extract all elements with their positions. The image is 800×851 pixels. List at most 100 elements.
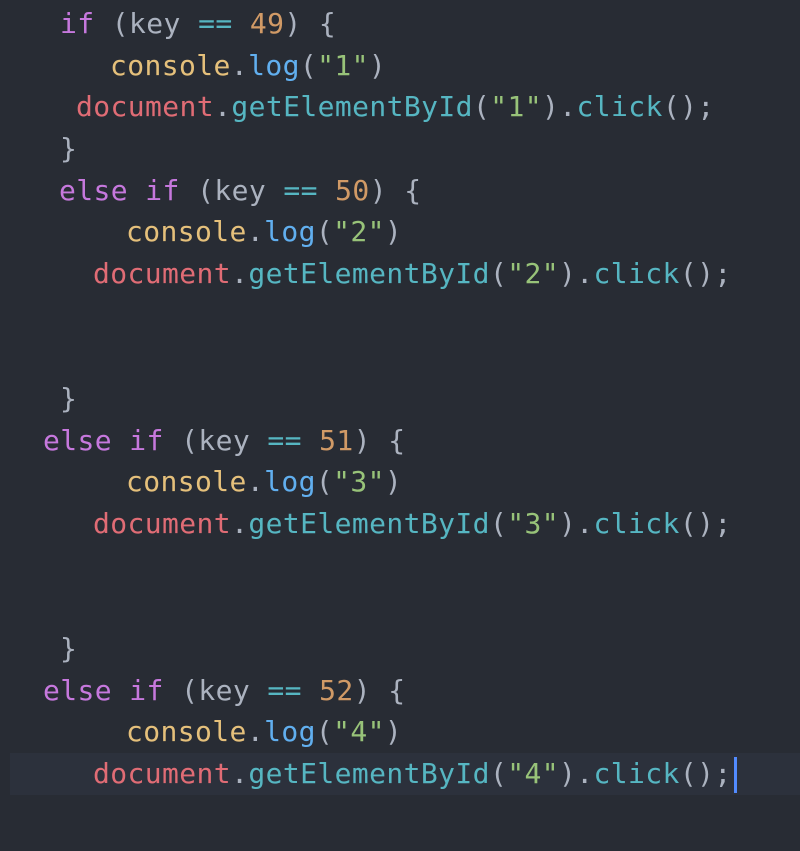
paren: ( xyxy=(489,257,508,290)
call-end: (); xyxy=(679,257,732,290)
code-line[interactable]: console.log("2") xyxy=(0,211,800,253)
brace: { xyxy=(388,424,406,457)
dot: . xyxy=(576,757,594,790)
code-line[interactable]: document.getElementById("1").click(); xyxy=(0,86,800,128)
dot: . xyxy=(576,257,594,290)
code-line[interactable]: document.getElementById("3").click(); xyxy=(0,503,800,545)
keyword-else: else xyxy=(59,174,129,207)
code-line[interactable]: else if (key == 52) { xyxy=(0,670,800,712)
code-line[interactable]: if (key == 49) { xyxy=(0,3,800,45)
code-text: else if (key == 50) { xyxy=(59,170,421,212)
code-text: console.log("4") xyxy=(126,711,402,753)
dot: . xyxy=(230,49,249,82)
variable-key: key xyxy=(198,424,251,457)
code-line[interactable]: } xyxy=(0,128,800,170)
paren: ( xyxy=(315,215,334,248)
code-line[interactable]: document.getElementById("2").click(); xyxy=(0,253,800,295)
paren: ( xyxy=(111,7,130,40)
code-text: document.getElementById("3").click(); xyxy=(93,503,732,545)
paren: ) xyxy=(384,465,403,498)
code-line[interactable]: console.log("4") xyxy=(0,711,800,753)
brace: } xyxy=(60,382,78,415)
dot: . xyxy=(231,507,249,540)
dot: . xyxy=(246,715,265,748)
code-editor[interactable]: if (key == 49) { console.log("1") docume… xyxy=(0,0,800,851)
code-text: document.getElementById("2").click(); xyxy=(93,253,732,295)
method-get-element-by-id: getElementById xyxy=(248,507,490,540)
variable-key: key xyxy=(198,674,251,707)
function-log: log xyxy=(264,215,316,248)
paren: ( xyxy=(181,424,199,457)
paren: ) xyxy=(558,257,577,290)
paren: ( xyxy=(181,674,199,707)
code-text: } xyxy=(60,378,77,420)
number-literal: 49 xyxy=(249,7,285,40)
code-text: console.log("2") xyxy=(126,211,402,253)
operator-equals: == xyxy=(283,174,318,207)
paren: ) xyxy=(284,7,302,40)
code-line[interactable]: } xyxy=(0,378,800,420)
call-end: (); xyxy=(662,90,715,123)
code-text: console.log("3") xyxy=(126,461,402,503)
keyword-if: if xyxy=(60,7,95,40)
paren: ) xyxy=(369,174,387,207)
method-get-element-by-id: getElementById xyxy=(248,257,490,290)
code-text: if (key == 49) { xyxy=(60,3,336,45)
paren: ( xyxy=(315,715,334,748)
brace: { xyxy=(318,7,337,40)
keyword-if: if xyxy=(129,674,164,707)
code-text: document.getElementById("4").click(); xyxy=(93,753,737,795)
object-console: console xyxy=(126,715,247,748)
object-console: console xyxy=(110,49,231,82)
paren: ( xyxy=(472,90,491,123)
code-text: console.log("1") xyxy=(110,45,386,87)
code-line[interactable]: console.log("3") xyxy=(0,461,800,503)
dot: . xyxy=(231,257,249,290)
string-literal: "2" xyxy=(333,215,385,248)
string-literal: "2" xyxy=(507,257,559,290)
method-get-element-by-id: getElementById xyxy=(231,90,473,123)
dot: . xyxy=(559,90,577,123)
paren: ) xyxy=(558,507,577,540)
paren: ) xyxy=(368,49,387,82)
brace: } xyxy=(60,632,78,665)
code-text: } xyxy=(60,628,77,670)
dot: . xyxy=(246,215,265,248)
paren: ) xyxy=(558,757,577,790)
string-literal: "3" xyxy=(507,507,559,540)
code-text: else if (key == 52) { xyxy=(43,670,405,712)
string-literal: "4" xyxy=(507,757,559,790)
method-click: click xyxy=(593,757,680,790)
paren: ( xyxy=(197,174,215,207)
code-text: else if (key == 51) { xyxy=(43,420,405,462)
code-line[interactable]: else if (key == 50) { xyxy=(0,170,800,212)
paren: ) xyxy=(353,424,371,457)
object-document: document xyxy=(93,757,232,790)
operator-equals: == xyxy=(267,424,302,457)
brace: { xyxy=(404,174,422,207)
number-literal: 52 xyxy=(319,674,354,707)
method-get-element-by-id: getElementById xyxy=(248,757,490,790)
paren: ) xyxy=(384,215,403,248)
dot: . xyxy=(214,90,232,123)
paren: ( xyxy=(489,757,508,790)
paren: ) xyxy=(541,90,560,123)
method-click: click xyxy=(593,507,680,540)
code-line[interactable]: } xyxy=(0,628,800,670)
method-click: click xyxy=(593,257,680,290)
object-document: document xyxy=(76,90,215,123)
code-line[interactable]: console.log("1") xyxy=(0,45,800,87)
dot: . xyxy=(576,507,594,540)
code-line[interactable]: else if (key == 51) { xyxy=(0,420,800,462)
function-log: log xyxy=(264,465,316,498)
text-cursor xyxy=(733,757,737,793)
function-log: log xyxy=(248,49,300,82)
string-literal: "3" xyxy=(333,465,385,498)
method-click: click xyxy=(576,90,663,123)
object-document: document xyxy=(93,257,232,290)
paren: ( xyxy=(315,465,334,498)
current-code-line[interactable]: document.getElementById("4").click(); xyxy=(10,753,800,795)
call-end: (); xyxy=(679,507,732,540)
variable-key: key xyxy=(214,174,267,207)
variable-key: key xyxy=(129,7,181,40)
